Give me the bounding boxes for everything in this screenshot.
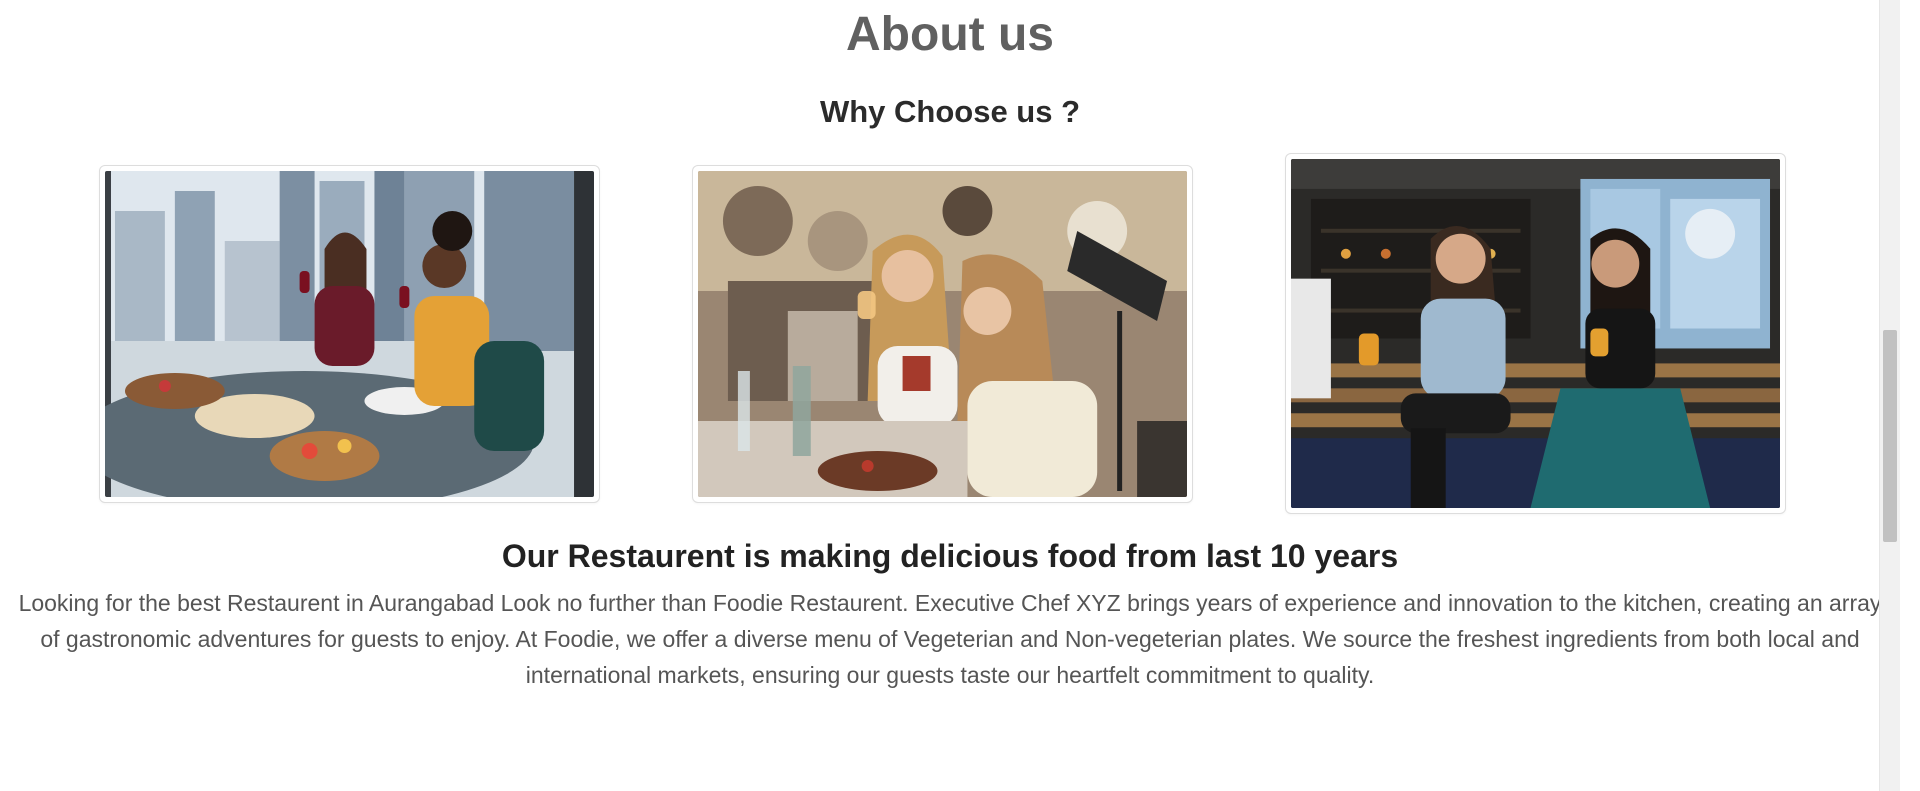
section-title: About us [846,8,1054,61]
scrollbar-thumb[interactable] [1883,330,1897,542]
restaurant-description: Looking for the best Restaurent in Auran… [18,590,1882,688]
about-section: About us Why Choose us ? Our Restaurent … [0,0,1900,791]
why-choose-us-heading: Why Choose us ? [819,94,1081,129]
gallery-card-2 [692,165,1193,503]
friends-laughing-at-bar-photo [1291,159,1780,508]
gallery-card-1 [99,165,600,503]
women-drinking-at-restaurant-photo [698,171,1187,497]
vertical-scrollbar[interactable] [1879,0,1900,791]
restaurant-headline: Our Restaurent is making delicious food … [501,538,1399,574]
gallery-card-3 [1285,153,1786,514]
friends-dining-highrise-photo [105,171,594,497]
